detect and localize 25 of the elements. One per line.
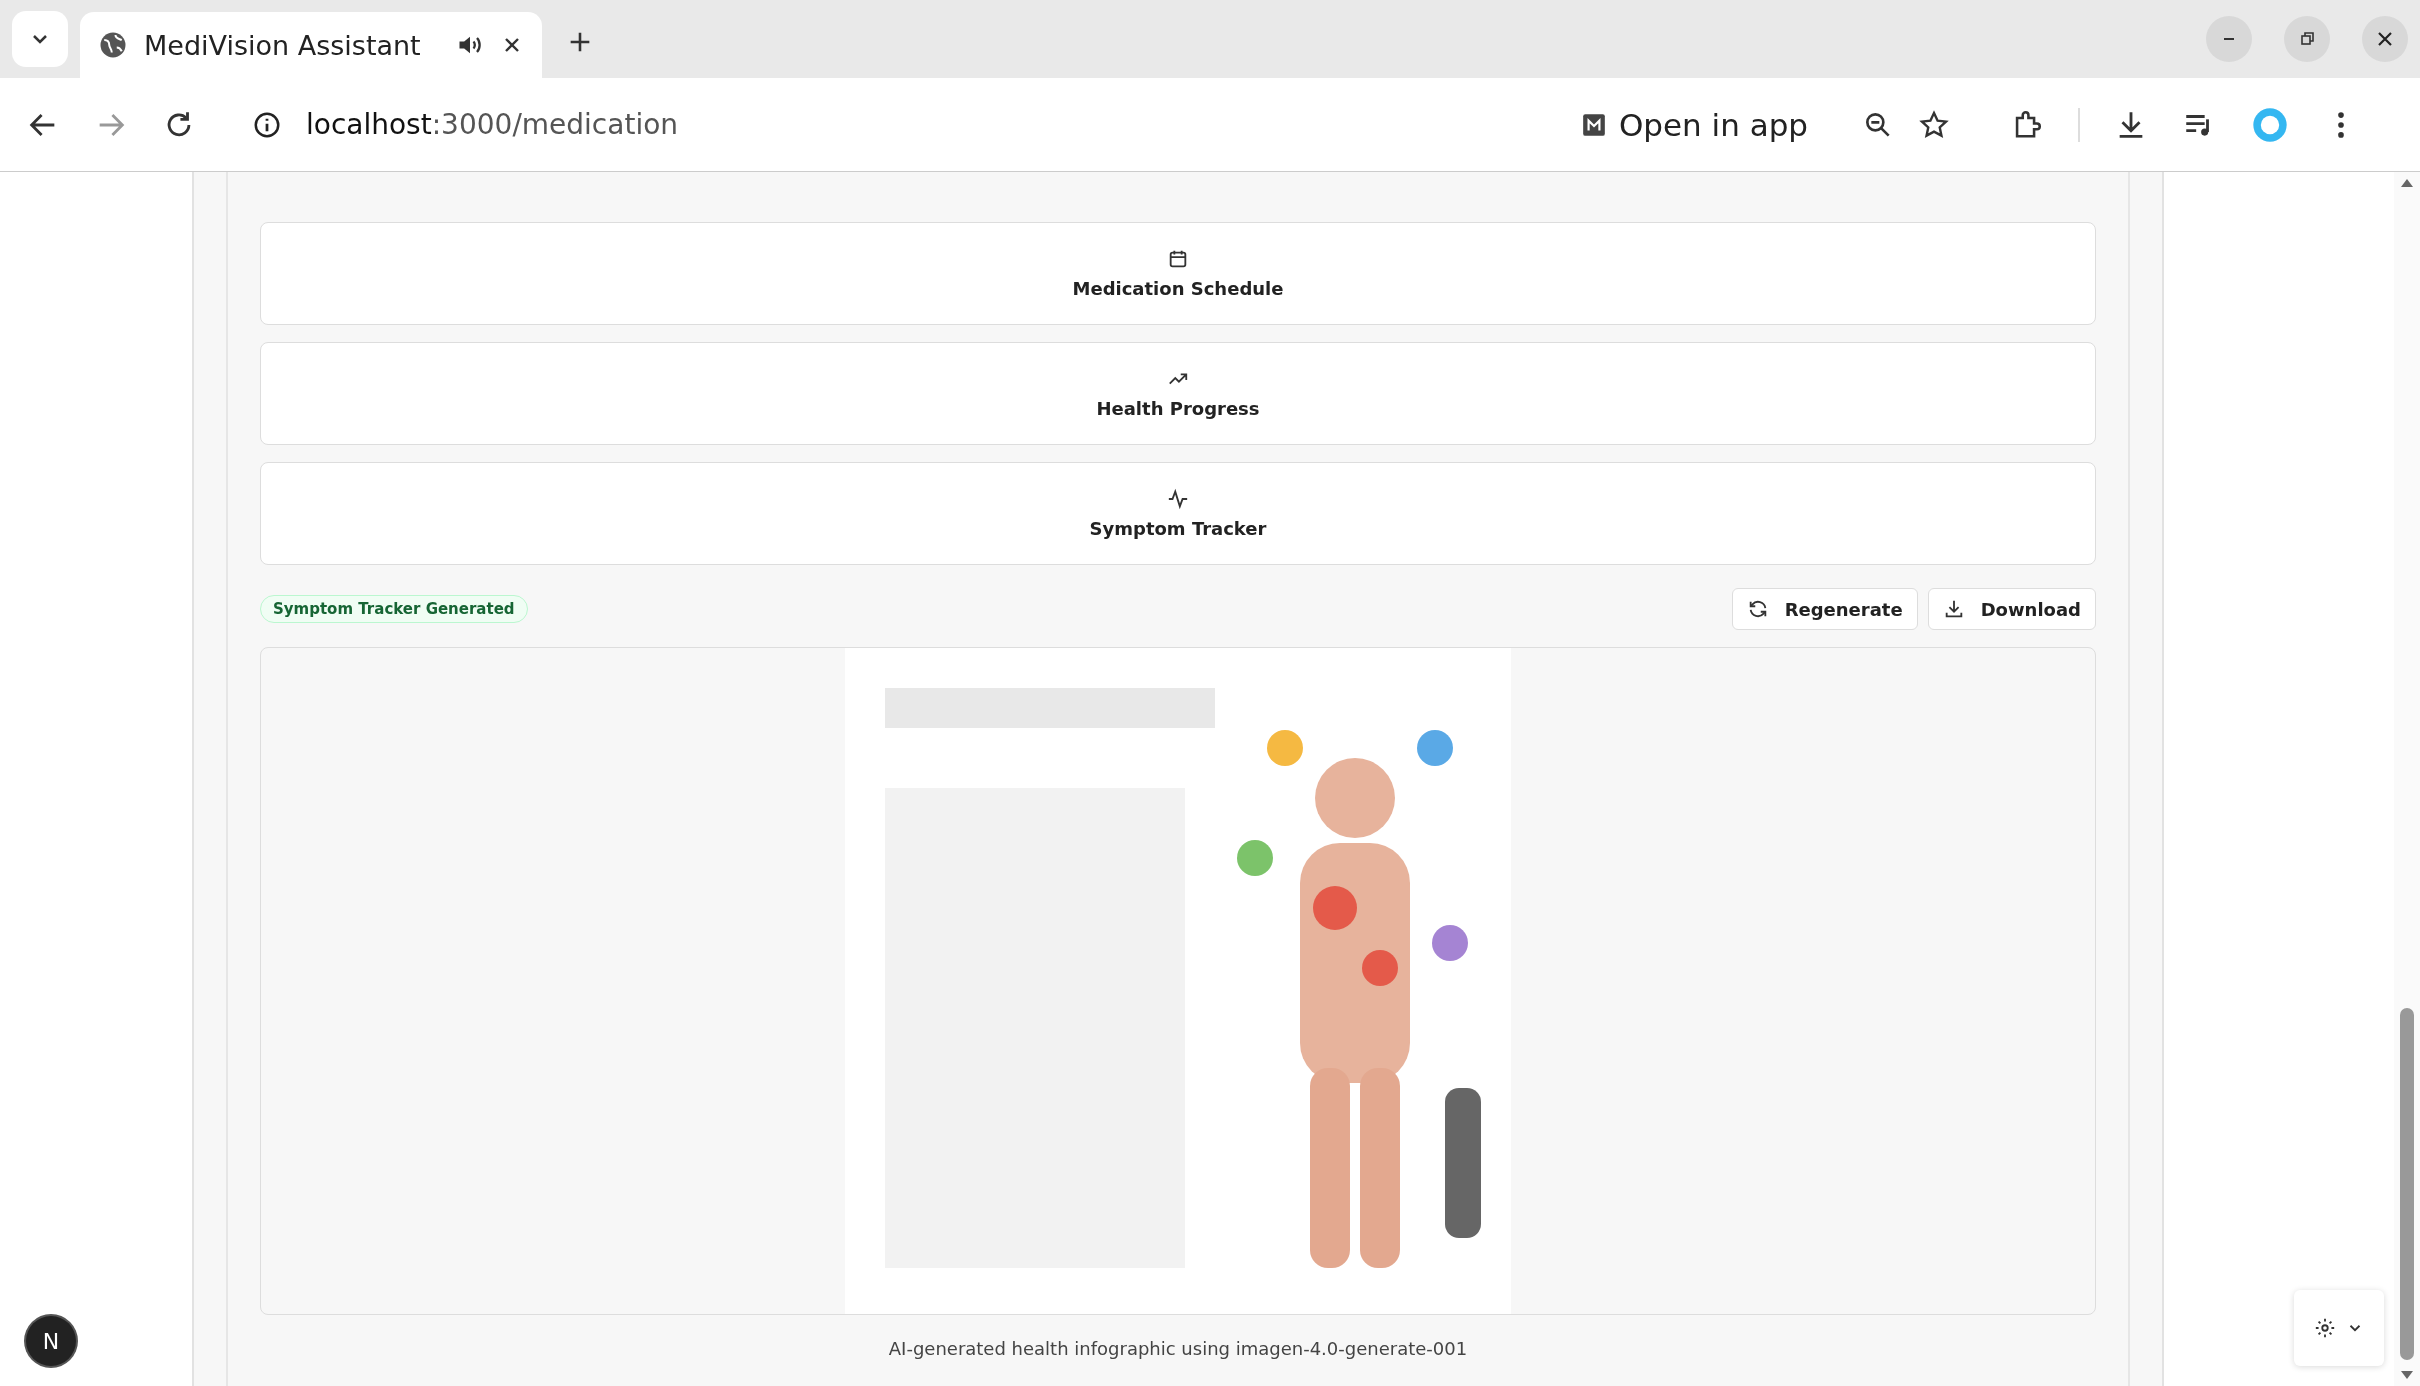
open-in-app-button[interactable]: Open in app [1580, 106, 1808, 143]
scroll-up-icon[interactable] [2400, 178, 2414, 188]
calendar-icon [1167, 248, 1189, 270]
close-window-button[interactable] [2362, 16, 2408, 62]
browser-tab[interactable]: MediVision Assistant [80, 12, 542, 78]
infographic-type-button[interactable]: Health Progress [260, 342, 2096, 445]
star-icon[interactable] [1918, 108, 1950, 141]
app-icon [1580, 111, 1607, 138]
globe-icon [98, 30, 128, 60]
image-caption: AI-generated health infographic using imagen-4.0-generate-001 [887, 1338, 1469, 1359]
regenerate-button[interactable]: Regenerate [1731, 588, 1918, 630]
dev-tools-badge[interactable]: N [26, 1316, 76, 1366]
minimize-icon [2223, 37, 2235, 41]
settings-icon [2314, 1317, 2336, 1339]
pulse-icon [1167, 488, 1189, 510]
scrollbar[interactable] [2394, 172, 2420, 1386]
scroll-down-icon[interactable] [2400, 1370, 2414, 1380]
url-text: localhost:3000/medication [306, 108, 679, 141]
tab-title: MediVision Assistant [144, 29, 422, 61]
scrollbar-thumb[interactable] [2400, 1008, 2414, 1360]
download-button[interactable]: Download [1927, 588, 2096, 630]
infographic-type-button[interactable]: Symptom Tracker [260, 462, 2096, 565]
status-badge: Symptom Tracker Generated [260, 595, 528, 623]
infographic-type-button[interactable]: Medication Schedule [260, 222, 2096, 325]
restore-button[interactable] [2284, 16, 2330, 62]
